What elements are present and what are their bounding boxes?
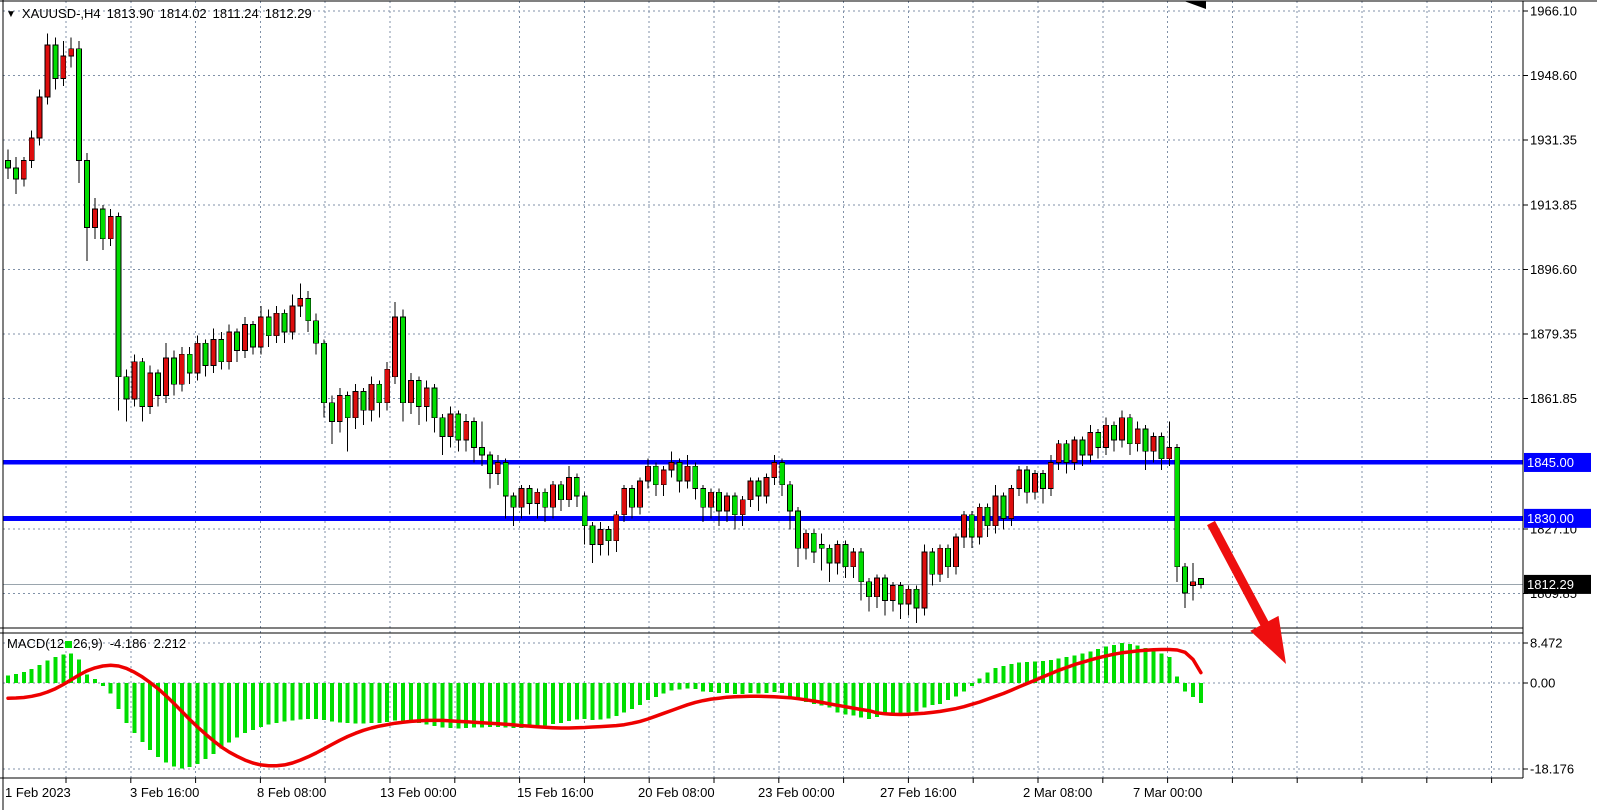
price-tick-label: 1966.10 xyxy=(1530,4,1577,19)
macd-histogram-color-swatch xyxy=(65,641,72,648)
price-tick-label: 1913.85 xyxy=(1530,198,1577,213)
svg-text:1830.00: 1830.00 xyxy=(1527,511,1574,526)
macd-pane xyxy=(6,643,1203,769)
price-tick-label: 1879.35 xyxy=(1530,327,1577,342)
svg-text:1812.29: 1812.29 xyxy=(1527,577,1574,592)
price-tick-label: 1931.35 xyxy=(1530,133,1577,148)
ohlc-open: 1813.90 xyxy=(107,6,154,21)
symbol-dropdown-icon[interactable]: ▼ xyxy=(6,9,16,20)
price-tick-label: 1861.85 xyxy=(1530,391,1577,406)
macd-signal-line xyxy=(8,650,1201,766)
macd-current-value: -4.186 xyxy=(110,636,147,651)
chart-shift-marker-icon[interactable] xyxy=(1184,1,1206,9)
price-chart-canvas[interactable]: 1966.10 1948.60 1931.35 1913.85 1896.60 1879.… xyxy=(0,0,1597,811)
price-tick-label: 1948.60 xyxy=(1530,68,1577,83)
chart-title: ▼ XAUUSD-,H4 1813.90 1814.02 1811.24 1812.29 xyxy=(6,6,318,21)
macd-indicator-label: MACD(12 26,9) -4.186 2.212 xyxy=(7,636,186,651)
price-tick-label: 1896.60 xyxy=(1530,262,1577,277)
grid-lines xyxy=(3,1,1523,778)
ohlc-close: 1812.29 xyxy=(265,6,312,21)
time-tick-label: 13 Feb 00:00 xyxy=(380,785,457,800)
time-tick-label: 1 Feb 2023 xyxy=(5,785,71,800)
macd-name-prefix: MACD(12 xyxy=(7,636,64,651)
macd-tick-label: -18.176 xyxy=(1530,762,1574,777)
time-tick-label: 3 Feb 16:00 xyxy=(130,785,199,800)
macd-name-suffix: 26,9) xyxy=(73,636,103,651)
price-axis[interactable]: 1966.10 1948.60 1931.35 1913.85 1896.60 1879.… xyxy=(1523,4,1577,777)
macd-tick-label: 0.00 xyxy=(1530,676,1555,691)
time-tick-label: 8 Feb 08:00 xyxy=(257,785,326,800)
ohlc-low: 1811.24 xyxy=(213,6,259,21)
time-tick-label: 27 Feb 16:00 xyxy=(880,785,957,800)
trading-chart-window: 1966.10 1948.60 1931.35 1913.85 1896.60 1879.… xyxy=(0,0,1597,811)
time-tick-label: 15 Feb 16:00 xyxy=(517,785,594,800)
time-tick-label: 23 Feb 00:00 xyxy=(758,785,835,800)
time-axis[interactable]: 1 Feb 2023 3 Feb 16:00 8 Feb 08:00 13 Feb 0… xyxy=(5,778,1492,800)
time-tick-label: 7 Mar 00:00 xyxy=(1133,785,1202,800)
level-lines[interactable] xyxy=(3,462,1523,584)
svg-text:1845.00: 1845.00 xyxy=(1527,455,1574,470)
ohlc-high: 1814.02 xyxy=(160,6,207,21)
price-label-boxes: 1845.00 1830.00 1812.29 xyxy=(1524,453,1591,594)
macd-signal-value: 2.212 xyxy=(154,636,187,651)
time-tick-label: 20 Feb 08:00 xyxy=(638,785,715,800)
symbol-period-label: XAUUSD-,H4 xyxy=(22,6,101,21)
time-tick-label: 2 Mar 08:00 xyxy=(1023,785,1092,800)
macd-tick-label: 8.472 xyxy=(1530,636,1563,651)
candlesticks xyxy=(6,34,1204,623)
